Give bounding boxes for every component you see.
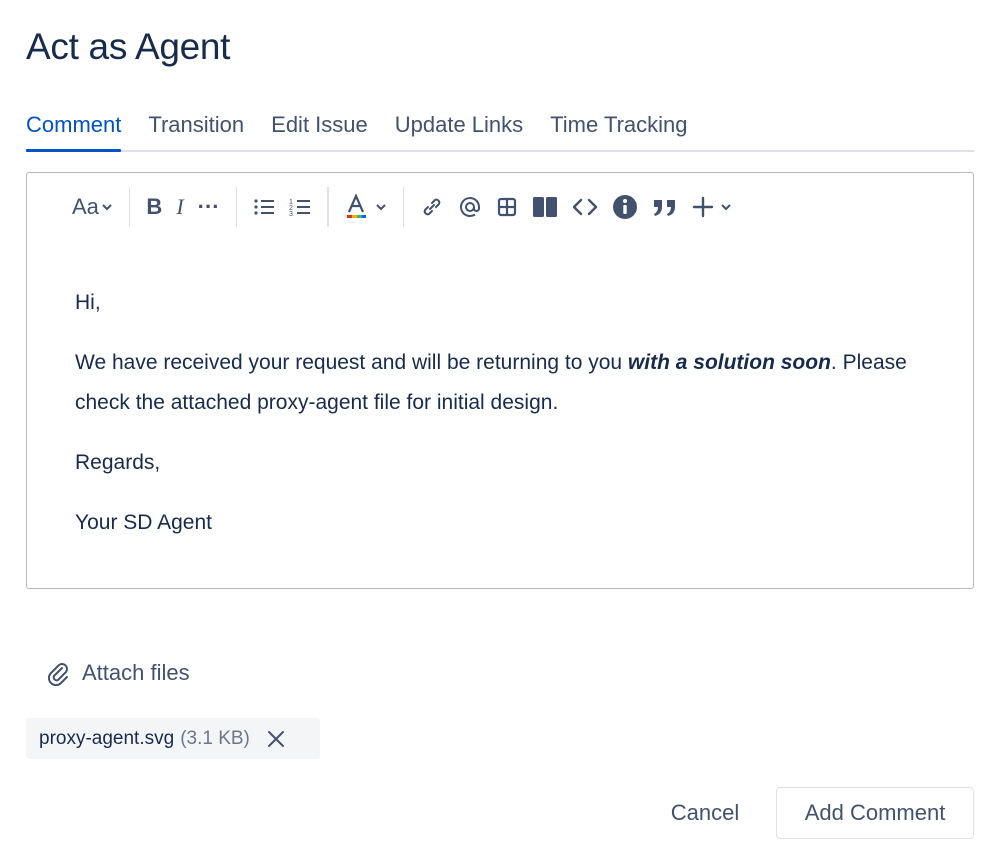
remove-file-icon[interactable] bbox=[264, 727, 288, 751]
chevron-down-icon bbox=[375, 204, 386, 211]
info-icon bbox=[613, 195, 638, 219]
info-panel-button[interactable] bbox=[605, 187, 645, 227]
editor-content[interactable]: Hi, We have received your request and wi… bbox=[75, 283, 915, 563]
italic-icon: I bbox=[176, 194, 184, 219]
cancel-button[interactable]: Cancel bbox=[650, 787, 760, 838]
attach-files-button[interactable]: Attach files bbox=[46, 660, 190, 686]
file-name: proxy-agent.svg bbox=[39, 727, 175, 749]
toolbar-divider bbox=[128, 187, 131, 227]
text-color-button[interactable] bbox=[338, 187, 394, 227]
bullet-list-icon bbox=[254, 199, 275, 215]
chevron-down-icon bbox=[721, 204, 731, 211]
more-formatting-button[interactable]: ··· bbox=[191, 187, 227, 227]
comment-editor[interactable]: Aa B I ··· 123 Hi, We have received your… bbox=[26, 172, 974, 589]
bullet-list-button[interactable] bbox=[246, 187, 282, 227]
quote-icon bbox=[654, 200, 676, 216]
tab-transition[interactable]: Transition bbox=[148, 104, 244, 150]
signature-paragraph: Your SD Agent bbox=[75, 511, 212, 534]
toolbar-divider bbox=[402, 187, 405, 227]
mention-icon bbox=[460, 197, 481, 217]
more-icon: ··· bbox=[197, 194, 220, 219]
numbered-list-button[interactable]: 123 bbox=[282, 187, 318, 227]
add-comment-button[interactable]: Add Comment bbox=[776, 787, 974, 839]
layout-button[interactable] bbox=[525, 187, 565, 227]
attached-file-chip: proxy-agent.svg (3.1 KB) bbox=[26, 718, 320, 759]
paperclip-icon bbox=[47, 663, 68, 686]
chevron-down-icon bbox=[102, 204, 112, 211]
numbered-list-icon: 123 bbox=[289, 199, 311, 217]
editor-toolbar: Aa B I ··· 123 bbox=[65, 185, 739, 229]
text-style-button[interactable]: Aa bbox=[65, 187, 120, 227]
greeting-paragraph: Hi, bbox=[75, 291, 101, 314]
insert-button[interactable] bbox=[685, 187, 739, 227]
mention-button[interactable] bbox=[451, 187, 489, 227]
link-button[interactable] bbox=[413, 187, 451, 227]
bold-button[interactable]: B bbox=[139, 187, 169, 227]
link-icon bbox=[423, 198, 441, 216]
tab-update-links[interactable]: Update Links bbox=[395, 104, 523, 150]
closing-paragraph: Regards, bbox=[75, 451, 161, 474]
svg-text:3: 3 bbox=[289, 211, 293, 217]
tab-comment[interactable]: Comment bbox=[26, 104, 122, 152]
code-button[interactable] bbox=[565, 187, 605, 227]
text-color-icon bbox=[346, 194, 366, 218]
body-paragraph: We have received your request and will b… bbox=[75, 343, 915, 423]
insert-plus-icon bbox=[692, 196, 714, 218]
code-icon bbox=[572, 198, 598, 216]
tab-time-tracking[interactable]: Time Tracking bbox=[550, 104, 687, 150]
act-as-agent-dialog: Act as Agent Comment Transition Edit Iss… bbox=[0, 0, 998, 867]
tab-bar: Comment Transition Edit Issue Update Lin… bbox=[26, 104, 974, 152]
file-size: (3.1 KB) bbox=[180, 727, 250, 749]
table-button[interactable] bbox=[489, 187, 525, 227]
emphasis-text: with a solution soon bbox=[627, 351, 831, 374]
italic-button[interactable]: I bbox=[169, 187, 190, 227]
layout-icon bbox=[533, 197, 558, 217]
quote-button[interactable] bbox=[645, 187, 685, 227]
bold-icon: B bbox=[146, 194, 163, 219]
text-style-icon: Aa bbox=[72, 194, 99, 219]
toolbar-divider bbox=[327, 187, 329, 227]
toolbar-divider bbox=[235, 187, 238, 227]
tab-edit-issue[interactable]: Edit Issue bbox=[271, 104, 368, 150]
dialog-title: Act as Agent bbox=[26, 26, 231, 67]
body-text: We have received your request and will b… bbox=[75, 351, 628, 374]
table-icon bbox=[498, 197, 517, 217]
attach-files-label: Attach files bbox=[82, 660, 190, 685]
